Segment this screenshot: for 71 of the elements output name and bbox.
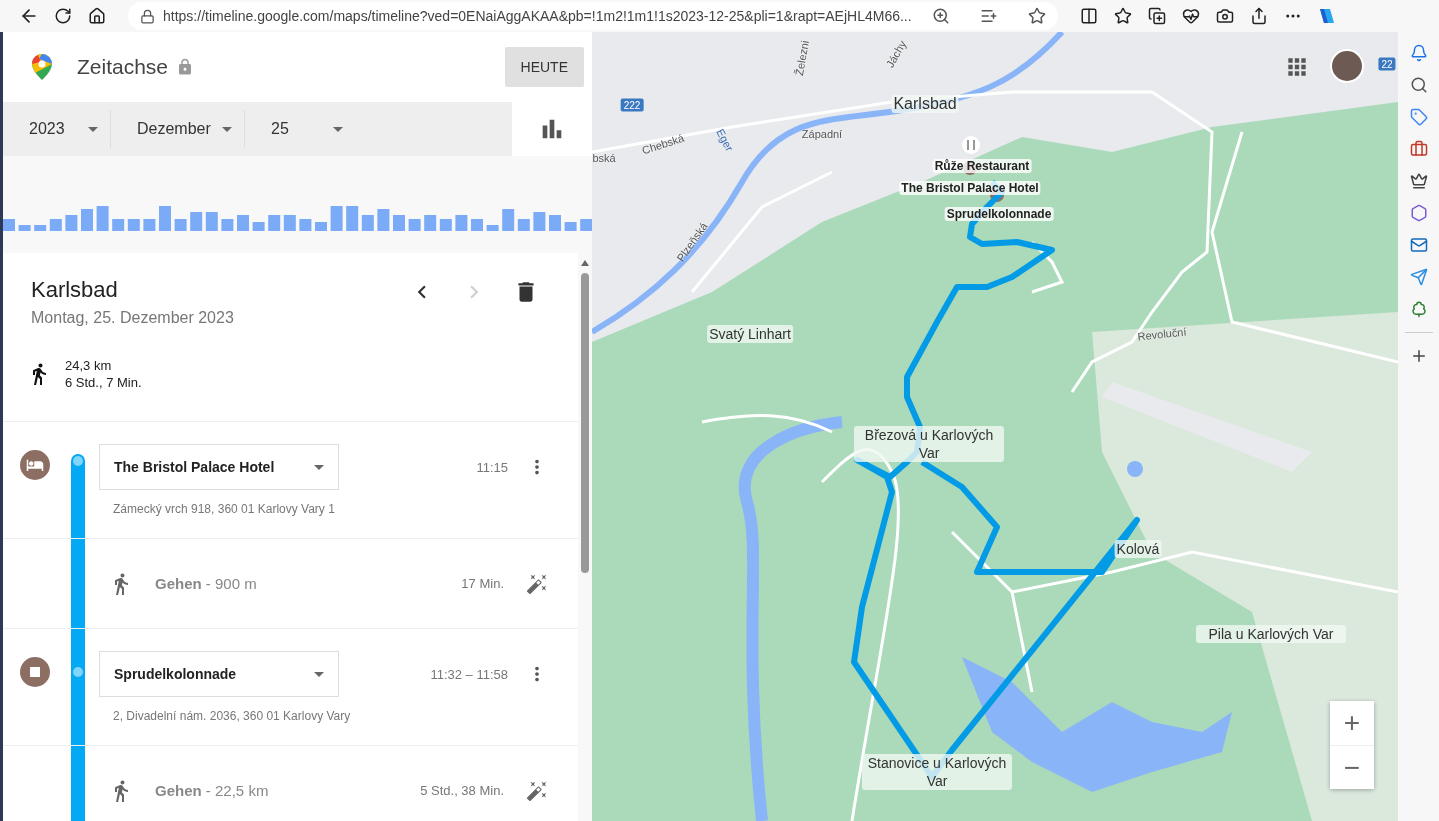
bell-icon[interactable] [1409, 44, 1428, 62]
map-pin-logo-icon [31, 53, 53, 81]
map-label: Karlsbad [891, 95, 959, 113]
collections-icon[interactable] [1148, 7, 1166, 25]
place-label: The Bristol Palace Hotel [899, 181, 1041, 195]
bed-icon [20, 450, 50, 480]
address-text: 2, Divadelní nám. 2036, 360 01 Karlovy Vary [113, 709, 352, 723]
address-text: Zámecký vrch 918, 360 01 Karlovy Vary 1 [113, 502, 336, 516]
map-label: Západní [801, 128, 843, 140]
duration-text: 17 Min. [461, 576, 504, 591]
dropdown-caret-icon [222, 126, 232, 132]
day-dropdown[interactable]: 25 [245, 110, 355, 148]
tree-icon[interactable] [1409, 300, 1428, 318]
briefcase-icon[interactable] [1409, 140, 1428, 158]
place-label: Růže Restaurant [932, 159, 1032, 173]
dropdown-caret-icon [88, 126, 98, 132]
send-icon[interactable] [1409, 268, 1428, 286]
zoom-icon[interactable] [932, 7, 950, 25]
mail-icon[interactable] [1409, 236, 1428, 254]
heart-pulse-icon[interactable] [1182, 7, 1200, 25]
map-label: bská [592, 152, 616, 164]
river-label: Eger [714, 126, 736, 154]
place-label: Sprudelkolonnade [944, 207, 1054, 221]
dropdown-caret-icon [314, 671, 324, 677]
camera-icon[interactable] [1216, 7, 1234, 25]
favorites-icon[interactable] [1114, 7, 1132, 25]
magic-wand-icon[interactable] [526, 779, 548, 802]
dropdown-caret-icon [333, 126, 343, 132]
tag-icon[interactable] [1409, 108, 1428, 126]
day-date: Montag, 25. Dezember 2023 [31, 309, 234, 327]
place-dropdown[interactable]: The Bristol Palace Hotel [99, 444, 339, 490]
search-icon[interactable] [1409, 76, 1428, 94]
reload-icon[interactable] [54, 7, 72, 25]
place-dropdown[interactable]: Sprudelkolonnade [99, 651, 339, 697]
time-text: 11:15 [476, 459, 508, 475]
duration-text: 5 Std., 38 Min. [420, 783, 504, 798]
home-icon[interactable] [88, 7, 106, 25]
split-screen-icon[interactable] [1080, 7, 1098, 25]
activity-text: Gehen - 900 m [155, 575, 257, 592]
map-label: Železni [793, 39, 811, 77]
map-label: Svatý Linhart [707, 325, 793, 343]
road-number-badge: 22 [1378, 57, 1396, 71]
map-label: Pila u Karlových Var [1196, 625, 1346, 643]
hexagon-icon[interactable] [1409, 204, 1428, 222]
favorite-star-icon[interactable] [1028, 7, 1046, 25]
today-button[interactable]: HEUTE [504, 47, 584, 87]
map-label: Stanovice u Karlových Var [862, 754, 1012, 790]
duration-text: 6 Std., 7 Min. [65, 374, 142, 391]
month-dropdown[interactable]: Dezember [111, 110, 245, 148]
app-title: Zeitachse [77, 55, 169, 79]
timeline-dot [73, 667, 83, 677]
magic-wand-icon[interactable] [526, 572, 548, 595]
scrollbar-thumb[interactable] [581, 273, 589, 573]
map-label: Revoluční [1137, 325, 1187, 343]
day-title: Karlsbad [31, 277, 119, 303]
map-label: Březová u Karlových Var [854, 426, 1004, 462]
zoom-out-button[interactable]: − [1330, 745, 1374, 789]
scroll-up-arrow-icon[interactable] [580, 259, 590, 267]
share-icon[interactable] [1250, 7, 1268, 25]
chart-tab[interactable] [512, 102, 592, 156]
zoom-in-button[interactable]: + [1330, 701, 1374, 745]
activity-text: Gehen - 22,5 km [155, 782, 269, 799]
lock-icon [140, 8, 155, 24]
dropdown-caret-icon [314, 464, 324, 470]
year-dropdown[interactable]: 2023 [3, 110, 111, 148]
time-text: 11:32 – 11:58 [430, 666, 508, 682]
address-bar[interactable]: https://timeline.google.com/maps/timeline?ved=0ENaiAggAKAA&pb=!1m2!1m1!1s2023-12-25&pli=1&rapt=AEjHL4M66... [128, 2, 1058, 30]
road-number-badge: 222 [620, 98, 644, 112]
timeline-dot [73, 456, 83, 466]
map-label: Kolová [1114, 540, 1162, 558]
distance-text: 24,3 km [65, 357, 113, 374]
